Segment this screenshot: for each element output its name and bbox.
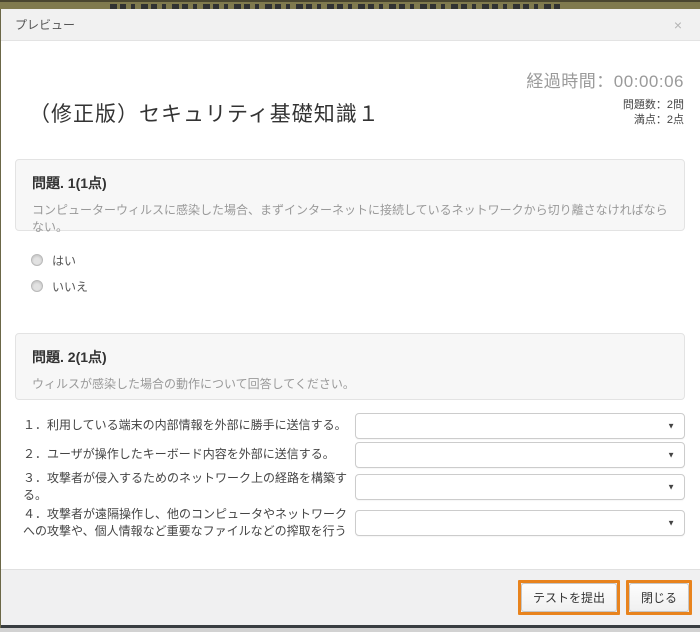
- chevron-down-icon: ▼: [667, 519, 675, 528]
- answer-select-4[interactable]: ▼: [355, 510, 685, 536]
- radio-label: いいえ: [52, 278, 88, 295]
- question-1-box: 問題. 1(1点) コンピューターウィルスに感染した場合、まずインターネットに接…: [15, 159, 685, 231]
- question-1-heading: 問題. 1(1点): [32, 173, 668, 193]
- answer-select-2[interactable]: ▼: [355, 442, 685, 468]
- chevron-down-icon: ▼: [667, 451, 675, 460]
- answer-select-3[interactable]: ▼: [355, 474, 685, 500]
- question-1-options: はい いいえ: [31, 253, 88, 305]
- match-item-text: １．利用している端末の内部情報を外部に勝手に送信する。: [23, 417, 349, 434]
- close-button[interactable]: 閉じる: [629, 583, 689, 612]
- match-item-text: ３．攻撃者が侵入するためのネットワーク上の経路を構築する。: [23, 470, 349, 505]
- match-row-1: １．利用している端末の内部情報を外部に勝手に送信する。 ▼: [23, 412, 685, 440]
- dimmed-background-page-top: [0, 0, 700, 9]
- question-2-heading: 問題. 2(1点): [32, 347, 668, 367]
- match-row-4: ４．攻撃者が遠隔操作し、他のコンピュータやネットワークへの攻撃や、個人情報など重…: [23, 506, 685, 541]
- modal-body: 経過時間：00:00:06 （修正版）セキュリティ基礎知識１ 問題数：2問 満点…: [1, 42, 700, 570]
- question-2-description: ウィルスが感染した場合の動作について回答してください。: [32, 376, 668, 393]
- chevron-down-icon: ▼: [667, 483, 675, 492]
- radio-option-yes[interactable]: はい: [31, 253, 88, 267]
- preview-modal: プレビュー × 経過時間：00:00:06 （修正版）セキュリティ基礎知識１ 問…: [1, 9, 700, 628]
- quiz-stats: 問題数：2問 満点：2点: [623, 98, 684, 128]
- max-score: 満点：2点: [623, 113, 684, 128]
- match-row-2: ２．ユーザが操作したキーボード内容を外部に送信する。 ▼: [23, 441, 685, 469]
- match-item-text: ２．ユーザが操作したキーボード内容を外部に送信する。: [23, 446, 349, 463]
- question-2-items: １．利用している端末の内部情報を外部に勝手に送信する。 ▼ ２．ユーザが操作した…: [23, 412, 685, 542]
- question-2-box: 問題. 2(1点) ウィルスが感染した場合の動作について回答してください。: [15, 333, 685, 400]
- close-highlight-annotation: 閉じる: [626, 580, 692, 615]
- submit-test-button[interactable]: テストを提出: [521, 583, 617, 612]
- radio-icon[interactable]: [31, 254, 43, 266]
- radio-icon[interactable]: [31, 280, 43, 292]
- quiz-title: （修正版）セキュリティ基礎知識１: [29, 98, 380, 128]
- chevron-down-icon: ▼: [667, 422, 675, 431]
- elapsed-time: 経過時間：00:00:06: [526, 67, 684, 92]
- question-1-description: コンピューターウィルスに感染した場合、まずインターネットに接続しているネットワー…: [32, 202, 668, 236]
- submit-highlight-annotation: テストを提出: [518, 580, 620, 615]
- dimmed-background-page-bottom: [0, 628, 700, 632]
- radio-option-no[interactable]: いいえ: [31, 279, 88, 293]
- page: プレビュー × 経過時間：00:00:06 （修正版）セキュリティ基礎知識１ 問…: [0, 0, 700, 632]
- match-row-3: ３．攻撃者が侵入するためのネットワーク上の経路を構築する。 ▼: [23, 470, 685, 505]
- question-count: 問題数：2問: [623, 98, 684, 113]
- modal-footer: テストを提出 閉じる: [1, 569, 700, 625]
- match-item-text: ４．攻撃者が遠隔操作し、他のコンピュータやネットワークへの攻撃や、個人情報など重…: [23, 506, 349, 541]
- radio-label: はい: [52, 252, 76, 269]
- modal-title: プレビュー: [15, 16, 75, 33]
- modal-header: プレビュー ×: [1, 9, 700, 41]
- answer-select-1[interactable]: ▼: [355, 413, 685, 439]
- close-icon[interactable]: ×: [670, 16, 686, 34]
